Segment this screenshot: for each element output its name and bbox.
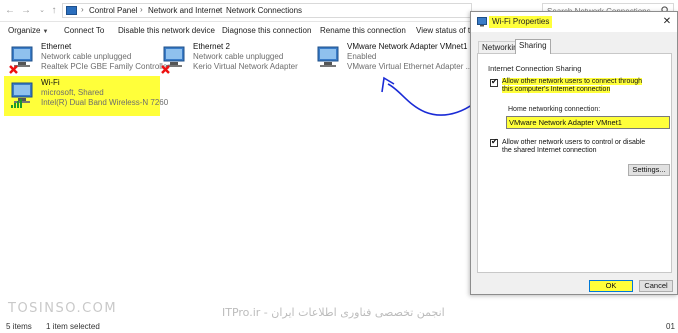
selected-count: 1 item selected	[46, 322, 100, 331]
back-arrow-icon[interactable]: ←	[4, 4, 16, 17]
caret-down-icon: ▼	[42, 29, 49, 35]
organize-menu[interactable]: Organize ▼	[8, 26, 48, 35]
wifi-properties-dialog: Wi-Fi Properties ✕ Networking Sharing In…	[470, 11, 678, 295]
breadcrumb-separator: ›	[81, 5, 84, 14]
wifi-adapter-icon	[11, 82, 33, 108]
page-indicator: 01	[666, 322, 675, 331]
ethernet-adapter-icon	[317, 46, 339, 67]
adapter-device: Realtek PCIe GBE Family Controller	[41, 62, 170, 71]
forward-arrow-icon[interactable]: →	[20, 4, 32, 17]
watermark-tosinso: TOSINSO.COM	[8, 301, 118, 316]
adapter-status: Enabled	[347, 52, 377, 61]
rename-button[interactable]: Rename this connection	[320, 26, 406, 35]
item-count: 5 items	[6, 322, 32, 331]
adapter-name: Ethernet 2	[193, 42, 230, 51]
wifi-properties-icon	[477, 17, 487, 27]
allow-connect-checkbox[interactable]: ✔	[490, 77, 498, 87]
allow-connect-label: Allow other network users to connect thr…	[502, 78, 652, 94]
home-networking-select[interactable]: VMware Network Adapter VMnet1	[506, 116, 670, 129]
breadcrumb-network-connections[interactable]: Network Connections	[226, 6, 302, 15]
breadcrumb-separator: ›	[140, 5, 143, 14]
tab-sharing[interactable]: Sharing	[515, 39, 551, 54]
cancel-button[interactable]: Cancel	[639, 280, 673, 292]
home-networking-value: VMware Network Adapter VMnet1	[509, 118, 622, 127]
settings-button[interactable]: Settings...	[628, 164, 670, 176]
home-networking-label: Home networking connection:	[508, 106, 601, 113]
disable-device-button[interactable]: Disable this network device	[118, 26, 215, 35]
connect-to-button[interactable]: Connect To	[64, 26, 104, 35]
adapter-device: Intel(R) Dual Band Wireless-N 7260	[41, 98, 169, 107]
close-icon[interactable]: ✕	[660, 15, 674, 29]
ok-button[interactable]: OK	[589, 280, 633, 292]
sharing-panel: Internet Connection Sharing ✔ Allow othe…	[477, 53, 672, 273]
ics-group-label: Internet Connection Sharing	[488, 64, 582, 73]
adapter-status: Network cable unplugged	[193, 52, 284, 61]
address-bar[interactable]: › Control Panel › Network and Internet ›…	[62, 3, 472, 18]
diagnose-button[interactable]: Diagnose this connection	[222, 26, 311, 35]
adapter-status: Network cable unplugged	[41, 52, 132, 61]
adapter-device: Kerio Virtual Network Adapter	[193, 62, 298, 71]
ethernet-adapter-icon	[161, 46, 185, 74]
adapter-wifi[interactable]: Wi-Fi microsoft, Shared Intel(R) Dual Ba…	[4, 76, 168, 116]
allow-connect-text: Allow other network users to connect thr…	[502, 78, 643, 93]
adapter-name: Ethernet	[41, 42, 72, 51]
check-icon: ✔	[491, 137, 498, 146]
status-bar: 5 items 1 item selected 01	[0, 320, 678, 333]
breadcrumb-network-and-internet[interactable]: Network and Internet	[148, 6, 222, 15]
organize-label: Organize	[8, 26, 41, 35]
adapter-ethernet-2[interactable]: Ethernet 2 Network cable unplugged Kerio…	[156, 40, 306, 80]
dialog-title-bar[interactable]: Wi-Fi Properties ✕	[471, 12, 677, 32]
adapter-ethernet[interactable]: Ethernet Network cable unplugged Realtek…	[4, 40, 170, 80]
ethernet-adapter-icon	[9, 46, 33, 74]
breadcrumb-separator: ›	[218, 5, 221, 14]
adapter-name: Wi-Fi	[41, 78, 60, 87]
allow-control-label: Allow other network users to control or …	[502, 139, 646, 154]
allow-control-checkbox[interactable]: ✔	[490, 137, 498, 147]
view-status-button[interactable]: View status of thi	[416, 26, 476, 35]
adapter-status: microsoft, Shared	[41, 88, 104, 97]
control-panel-icon	[66, 6, 77, 15]
watermark-itpro: ITPro.ir - انجمن تخصصی فناوری اطلاعات ای…	[222, 306, 445, 319]
up-arrow-icon[interactable]: ↑	[48, 4, 60, 17]
recent-dropdown-icon[interactable]: ⌄	[36, 4, 48, 17]
dialog-title: Wi-Fi Properties	[489, 16, 553, 28]
adapter-name: VMware Network Adapter VMnet1	[347, 42, 468, 51]
breadcrumb-control-panel[interactable]: Control Panel	[89, 6, 137, 15]
check-icon: ✔	[491, 77, 498, 86]
